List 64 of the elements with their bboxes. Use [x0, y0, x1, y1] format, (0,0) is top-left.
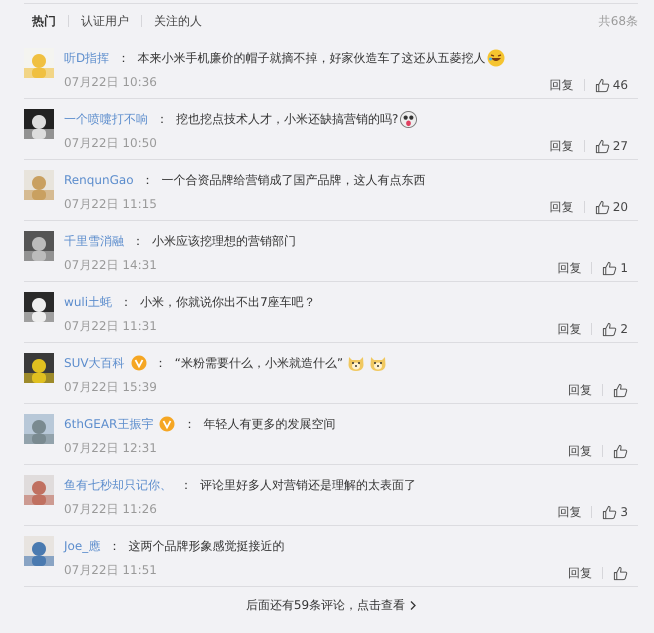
thumbs-up-icon — [613, 566, 628, 580]
colon: ： — [154, 354, 167, 372]
colon: ： — [142, 172, 154, 188]
colon: ： — [183, 416, 196, 432]
thumbs-up-icon — [602, 260, 618, 276]
dog-emoji-icon — [347, 354, 366, 372]
comment-text: 这两个品牌形象感觉挺接近的 — [128, 538, 284, 554]
colon: ： — [156, 110, 168, 128]
reply-link[interactable]: 回复 — [550, 76, 574, 94]
chevron-right-icon — [410, 600, 416, 610]
comment-text: 挖也挖点技术人才，小米还缺搞营销的吗? — [176, 110, 398, 128]
like-button[interactable]: 20 — [594, 200, 628, 214]
thumbs-up-icon — [613, 382, 628, 398]
reply-link[interactable]: 回复 — [550, 138, 574, 154]
reply-link[interactable]: 回复 — [550, 198, 574, 216]
comment-time: 07月22日 11:26 — [64, 500, 157, 518]
colon: ： — [132, 232, 144, 250]
comment-time: 07月22日 12:31 — [64, 440, 157, 456]
like-button[interactable]: 27 — [594, 138, 628, 154]
reply-link[interactable]: 回复 — [557, 320, 582, 338]
reply-link[interactable]: 回复 — [568, 442, 592, 460]
like-button[interactable]: 2 — [602, 322, 628, 336]
thumbs-up-icon — [602, 504, 618, 520]
reply-link[interactable]: 回复 — [568, 382, 592, 398]
colon: ： — [120, 294, 132, 310]
like-button[interactable] — [613, 444, 628, 458]
comment-time: 07月22日 10:36 — [64, 74, 157, 90]
reply-link[interactable]: 回复 — [557, 260, 582, 276]
thumbs-up-icon — [594, 138, 610, 154]
comment-time: 07月22日 11:15 — [64, 196, 157, 212]
tab[interactable]: 认证用户 — [69, 12, 141, 30]
tab[interactable]: 热门 — [24, 12, 68, 30]
colon: ： — [108, 538, 120, 554]
reply-link[interactable]: 回复 — [568, 564, 592, 582]
comment-text: “米粉需要什么，小米就造什么” — [174, 354, 344, 372]
comment-time: 07月22日 10:50 — [64, 134, 157, 152]
more-comments-link[interactable]: 后面还有59条评论，点击查看 — [246, 596, 416, 614]
thumbs-up-icon — [594, 200, 610, 214]
thumbs-up-icon — [602, 322, 618, 336]
like-button[interactable]: 1 — [602, 260, 628, 276]
thumbs-up-icon — [594, 78, 610, 92]
comment-text: 小米，你就说你出不出7座车吧？ — [140, 294, 316, 310]
like-button[interactable] — [613, 382, 628, 398]
reply-link[interactable]: 回复 — [557, 504, 582, 520]
like-button[interactable] — [613, 566, 628, 580]
comment-text: 一个合资品牌给营销成了国产品牌，这人有点东西 — [162, 172, 426, 188]
thumbs-up-icon — [613, 444, 628, 458]
comment-text: 年轻人有更多的发展空间 — [203, 416, 336, 432]
tongue-emoji-icon — [400, 110, 418, 128]
comment-time: 07月22日 15:39 — [64, 378, 157, 396]
laughing-emoji-icon — [487, 49, 506, 67]
comment-time: 07月22日 11:31 — [64, 318, 157, 334]
colon: ： — [117, 50, 130, 66]
comment-text: 小米应该挖理想的营销部门 — [152, 232, 296, 250]
comment-count: 共68条 — [598, 12, 638, 30]
like-button[interactable]: 3 — [602, 504, 628, 520]
tab[interactable]: 关注的人 — [142, 12, 214, 30]
dog-emoji-icon — [369, 354, 388, 372]
comment-text: 本来小米手机廉价的帽子就摘不掉，好家伙造车了这还从五菱挖人 — [137, 50, 486, 66]
comment-time: 07月22日 14:31 — [64, 256, 157, 274]
comment-time: 07月22日 11:51 — [64, 562, 157, 578]
comment-text: 评论里好多人对营销还是理解的太表面了 — [200, 476, 416, 494]
colon: ： — [180, 476, 192, 494]
like-button[interactable]: 46 — [594, 78, 628, 92]
